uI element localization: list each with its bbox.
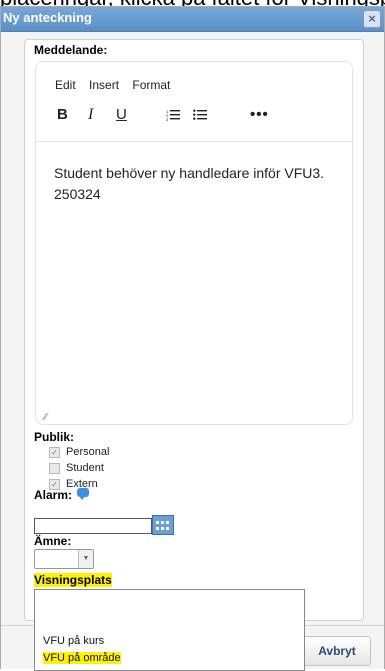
dropdown-option-vfu-omrade[interactable]: VFU på område [43,652,121,664]
amne-label: Ämne: [34,534,72,548]
visningsplats-label-text: Visningsplats [34,573,112,587]
publik-label: Publik: [34,430,75,444]
dropdown-option-label: VFU på område [43,652,121,664]
underline-button[interactable]: U [116,106,127,123]
resize-handle-icon[interactable]: ⁄⁄ [44,412,47,423]
editor-menubar: Edit Insert Format [55,78,180,92]
calendar-icon[interactable] [152,515,174,535]
checkbox-label: Personal [66,446,110,458]
publik-option-personal[interactable]: ✓ Personal [49,445,109,459]
svg-text:3: 3 [166,117,169,122]
rich-text-editor[interactable]: Edit Insert Format B I U 1 2 3 ••• Stude… [35,61,353,425]
menu-insert[interactable]: Insert [89,78,119,92]
numbered-list-icon[interactable]: 1 2 3 [166,108,180,126]
dialog-titlebar[interactable]: Ny anteckning × [1,7,384,32]
message-text[interactable]: Student behöver ny handledare inför VFU3… [54,163,344,205]
close-icon[interactable]: × [363,10,381,28]
toolbar-divider [36,141,352,142]
alarm-date-input[interactable] [34,518,152,534]
bold-button[interactable]: B [57,106,68,123]
menu-format[interactable]: Format [132,78,170,92]
cancel-button[interactable]: Avbryt [303,636,371,666]
italic-button[interactable]: I [88,106,93,124]
menu-edit[interactable]: Edit [55,78,76,92]
amne-select[interactable]: ▼ [34,549,94,569]
dialog-title: Ny anteckning [3,10,92,25]
publik-option-student[interactable]: Student [49,461,104,475]
comment-bubble-icon[interactable] [77,488,89,500]
visningsplats-dropdown[interactable]: VFU på kurs VFU på område [34,589,305,671]
alarm-label: Alarm: [34,488,73,502]
bullet-list-icon[interactable] [193,108,207,126]
checkbox-personal[interactable]: ✓ [49,446,60,458]
dropdown-option-vfu-kurs[interactable]: VFU på kurs [43,635,104,647]
chevron-down-icon[interactable]: ▼ [78,550,93,568]
checkbox-label: Student [66,462,104,474]
dialog-content: Meddelande: Edit Insert Format B I U 1 2… [24,39,364,671]
new-note-dialog: Ny anteckning × Meddelande: Edit Insert … [0,6,385,671]
message-label: Meddelande: [34,43,108,57]
visningsplats-label: Visningsplats [34,573,112,587]
checkbox-student[interactable] [49,462,60,474]
more-options-button[interactable]: ••• [250,106,269,123]
